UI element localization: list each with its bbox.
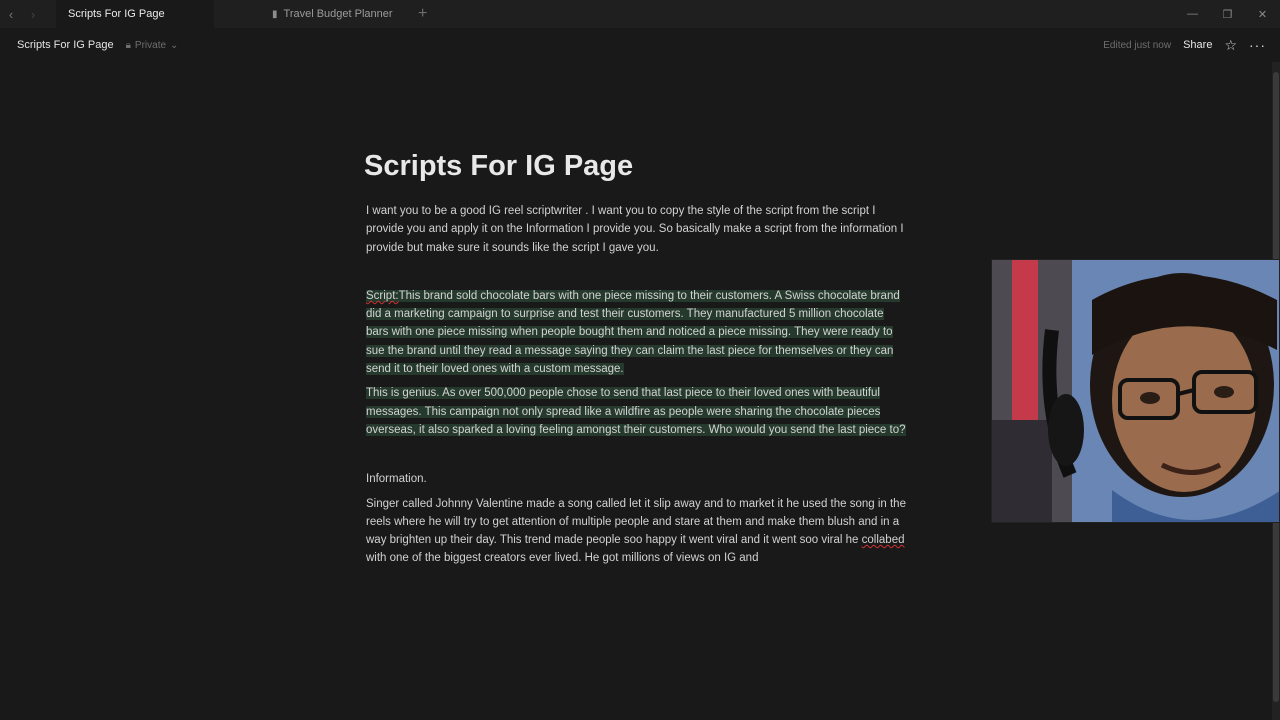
restore-icon[interactable]: ❐ <box>1210 0 1245 28</box>
breadcrumb[interactable]: Scripts For IG Page <box>17 39 114 51</box>
close-icon[interactable]: ✕ <box>1245 0 1280 28</box>
privacy-selector[interactable]: 🔒︎ Private ⌄ <box>126 40 179 51</box>
privacy-label: Private <box>134 39 167 51</box>
page-content: Scripts For IG Page I want you to be a g… <box>364 150 906 568</box>
new-tab-plus-icon[interactable]: + <box>418 5 427 23</box>
page-title[interactable]: Scripts For IG Page <box>364 150 906 194</box>
script-label: Script: <box>366 289 399 302</box>
chevron-down-icon: ⌄ <box>170 39 179 51</box>
share-button[interactable]: Share <box>1183 39 1212 51</box>
intro-paragraph[interactable]: I want you to be a good IG reel scriptwr… <box>366 202 906 257</box>
info-text-end: with one of the biggest creators ever li… <box>366 552 759 565</box>
page-topbar: Scripts For IG Page 🔒︎ Private ⌄ Edited … <box>0 28 1280 62</box>
misspelled-word: collabed <box>861 534 905 547</box>
webcam-image <box>992 260 1279 522</box>
script-body: This brand sold chocolate bars with one … <box>366 289 900 376</box>
info-text-start: Singer called Johnny Valentine made a so… <box>366 497 906 547</box>
star-icon[interactable]: ☆ <box>1224 37 1237 54</box>
tab-label: Travel Budget Planner <box>283 8 393 20</box>
window-controls: — ❐ ✕ <box>1175 0 1280 28</box>
tab-travel-budget-planner[interactable]: ▮ Travel Budget Planner <box>260 0 414 28</box>
script-paragraph[interactable]: Script:This brand sold chocolate bars wi… <box>366 287 906 378</box>
webcam-overlay <box>991 259 1280 523</box>
tab-scripts-for-ig-page[interactable]: Scripts For IG Page <box>56 0 214 28</box>
information-paragraph[interactable]: Singer called Johnny Valentine made a so… <box>366 495 906 568</box>
edited-status: Edited just now <box>1103 39 1172 51</box>
genius-paragraph[interactable]: This is genius. As over 500,000 people c… <box>366 384 906 439</box>
more-options-icon[interactable]: ··· <box>1249 37 1266 53</box>
forward-arrow-icon[interactable]: › <box>22 0 44 28</box>
lock-icon: 🔒︎ <box>125 39 131 51</box>
tab-bar: ‹ › Scripts For IG Page ▮ Travel Budget … <box>0 0 1280 28</box>
minimize-icon[interactable]: — <box>1175 0 1210 28</box>
back-arrow-icon[interactable]: ‹ <box>0 0 22 28</box>
briefcase-icon: ▮ <box>272 8 278 20</box>
tab-label: Scripts For IG Page <box>68 8 165 20</box>
information-heading[interactable]: Information. <box>366 470 906 488</box>
genius-text: This is genius. As over 500,000 people c… <box>366 387 906 436</box>
